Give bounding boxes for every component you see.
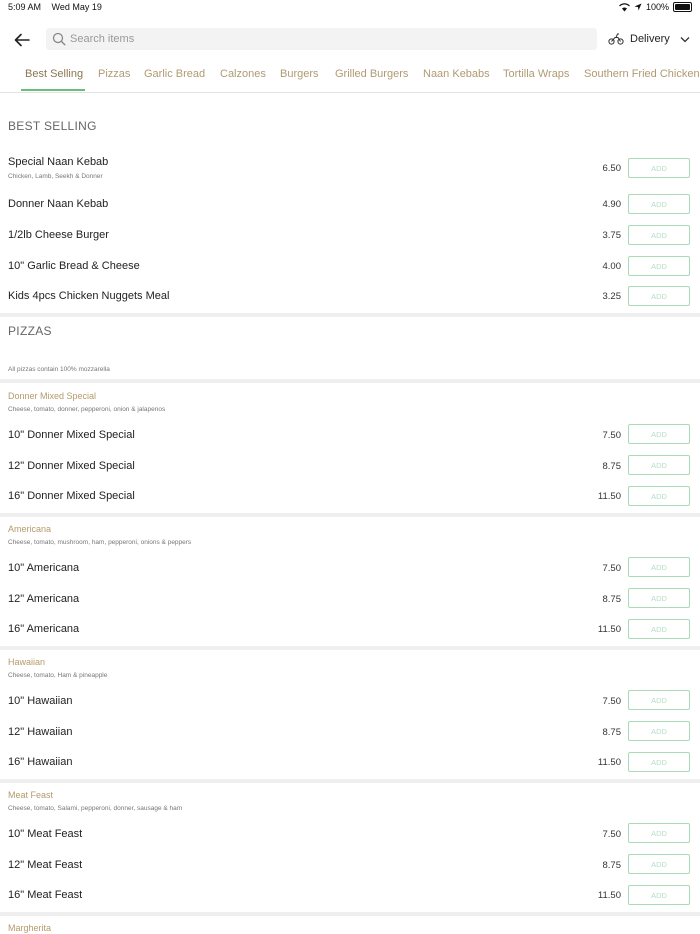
menu-item-price: 4.90 bbox=[602, 199, 622, 210]
add-button[interactable]: ADD bbox=[628, 588, 690, 608]
tab-tortilla-wraps[interactable]: Tortilla Wraps bbox=[503, 68, 569, 80]
category-tabs: Best Selling Pizzas Garlic Bread Calzone… bbox=[0, 62, 700, 93]
group-title: Donner Mixed Special bbox=[8, 391, 97, 401]
add-button[interactable]: ADD bbox=[628, 486, 690, 506]
group-description: Cheese, tomato, mushroom, ham, pepperoni… bbox=[8, 539, 192, 546]
menu-item-price: 3.75 bbox=[602, 230, 622, 241]
menu-item-price: 4.00 bbox=[602, 261, 622, 272]
group-title: Americana bbox=[8, 524, 52, 534]
menu-item-price: 7.50 bbox=[602, 430, 622, 441]
group-title: Hawaiian bbox=[8, 657, 46, 667]
menu-item-price: 7.50 bbox=[602, 696, 622, 707]
section-title-pizzas: PIZZAS bbox=[8, 324, 52, 338]
section-title-best-selling: BEST SELLING bbox=[8, 119, 97, 133]
add-button[interactable]: ADD bbox=[628, 752, 690, 772]
menu-item-price: 11.50 bbox=[597, 890, 621, 901]
add-button[interactable]: ADD bbox=[628, 823, 690, 843]
section-divider bbox=[0, 513, 700, 517]
chevron-down-icon bbox=[680, 36, 690, 42]
tab-best-selling[interactable]: Best Selling bbox=[25, 68, 83, 80]
menu-item-name: 12" Americana bbox=[8, 593, 80, 605]
delivery-label: Delivery bbox=[630, 33, 670, 45]
menu-item-price: 8.75 bbox=[602, 594, 622, 605]
menu-item-name: 16" Hawaiian bbox=[8, 756, 73, 768]
menu-item-name: 16" Donner Mixed Special bbox=[8, 490, 135, 502]
menu-item-name: Donner Naan Kebab bbox=[8, 198, 109, 210]
back-arrow-icon[interactable] bbox=[12, 30, 32, 50]
menu-item-name: 10" Donner Mixed Special bbox=[8, 429, 135, 441]
add-button[interactable]: ADD bbox=[628, 225, 690, 245]
search-bar[interactable] bbox=[46, 28, 597, 50]
battery-percent: 100% bbox=[645, 2, 669, 12]
add-button[interactable]: ADD bbox=[628, 256, 690, 276]
menu-item-name: 16" Meat Feast bbox=[8, 889, 83, 901]
menu-item-name: 10" Garlic Bread & Cheese bbox=[8, 260, 140, 272]
menu-item-name: 1/2lb Cheese Burger bbox=[8, 229, 109, 241]
location-arrow-icon bbox=[634, 3, 642, 11]
group-title: Margherita bbox=[8, 923, 52, 933]
menu-item-name: 12" Donner Mixed Special bbox=[8, 460, 135, 472]
menu-item-name: Special Naan Kebab bbox=[8, 156, 109, 168]
search-input[interactable] bbox=[70, 28, 570, 50]
menu-item-name: 12" Meat Feast bbox=[8, 859, 83, 871]
group-description: Cheese, tomato, Salami, pepperoni, donne… bbox=[8, 805, 183, 812]
section-divider bbox=[0, 379, 700, 383]
scooter-icon bbox=[608, 33, 624, 45]
tab-southern-fried-chicken[interactable]: Southern Fried Chicken bbox=[584, 68, 700, 80]
tab-calzones[interactable]: Calzones bbox=[220, 68, 266, 80]
menu-item-price: 11.50 bbox=[597, 491, 621, 502]
add-button[interactable]: ADD bbox=[628, 286, 690, 306]
menu-item-price: 6.50 bbox=[602, 163, 622, 174]
group-description: Cheese, tomato, Ham & pineapple bbox=[8, 672, 108, 679]
menu-item-price: 7.50 bbox=[602, 829, 622, 840]
add-button[interactable]: ADD bbox=[628, 690, 690, 710]
add-button[interactable]: ADD bbox=[628, 885, 690, 905]
menu-item-price: 8.75 bbox=[602, 461, 622, 472]
menu-item-price: 11.50 bbox=[597, 624, 621, 635]
menu-item-price: 11.50 bbox=[597, 757, 621, 768]
group-description: Cheese, tomato, donner, pepperoni, onion… bbox=[8, 406, 166, 413]
add-button[interactable]: ADD bbox=[628, 424, 690, 444]
section-note: All pizzas contain 100% mozzarella bbox=[8, 366, 110, 373]
group-title: Meat Feast bbox=[8, 790, 54, 800]
search-icon bbox=[52, 32, 66, 46]
tab-naan-kebabs[interactable]: Naan Kebabs bbox=[423, 68, 490, 80]
menu-item-name: 10" Meat Feast bbox=[8, 828, 83, 840]
add-button[interactable]: ADD bbox=[628, 721, 690, 741]
menu-item-name: 12" Hawaiian bbox=[8, 726, 73, 738]
add-button[interactable]: ADD bbox=[628, 194, 690, 214]
add-button[interactable]: ADD bbox=[628, 854, 690, 874]
top-bar: Delivery bbox=[0, 26, 700, 54]
menu-item-price: 8.75 bbox=[602, 860, 622, 871]
add-button[interactable]: ADD bbox=[628, 455, 690, 475]
section-divider bbox=[0, 912, 700, 916]
menu-item-price: 8.75 bbox=[602, 727, 622, 738]
menu-item-price: 3.25 bbox=[602, 291, 622, 302]
menu-item-name: 10" Hawaiian bbox=[8, 695, 73, 707]
menu-item-name: Kids 4pcs Chicken Nuggets Meal bbox=[8, 290, 170, 302]
active-tab-indicator bbox=[21, 89, 85, 91]
tab-garlic-bread[interactable]: Garlic Bread bbox=[144, 68, 205, 80]
menu-item-description: Chicken, Lamb, Seekh & Donner bbox=[8, 173, 103, 180]
section-divider bbox=[0, 779, 700, 783]
section-divider bbox=[0, 646, 700, 650]
status-date: Wed May 19 bbox=[51, 2, 102, 12]
status-bar: 5:09 AM Wed May 19 100% bbox=[0, 0, 700, 14]
menu-item-name: 10" Americana bbox=[8, 562, 80, 574]
add-button[interactable]: ADD bbox=[628, 619, 690, 639]
menu-item-name: 16" Americana bbox=[8, 623, 80, 635]
wifi-icon bbox=[619, 2, 630, 11]
tab-grilled-burgers[interactable]: Grilled Burgers bbox=[335, 68, 408, 80]
battery-icon bbox=[673, 2, 692, 12]
delivery-selector[interactable]: Delivery bbox=[608, 29, 690, 49]
add-button[interactable]: ADD bbox=[628, 557, 690, 577]
status-time: 5:09 AM bbox=[8, 2, 42, 12]
add-button[interactable]: ADD bbox=[628, 158, 690, 178]
menu-item-price: 7.50 bbox=[602, 563, 622, 574]
tab-burgers[interactable]: Burgers bbox=[280, 68, 319, 80]
tab-pizzas[interactable]: Pizzas bbox=[98, 68, 130, 80]
section-divider bbox=[0, 313, 700, 317]
